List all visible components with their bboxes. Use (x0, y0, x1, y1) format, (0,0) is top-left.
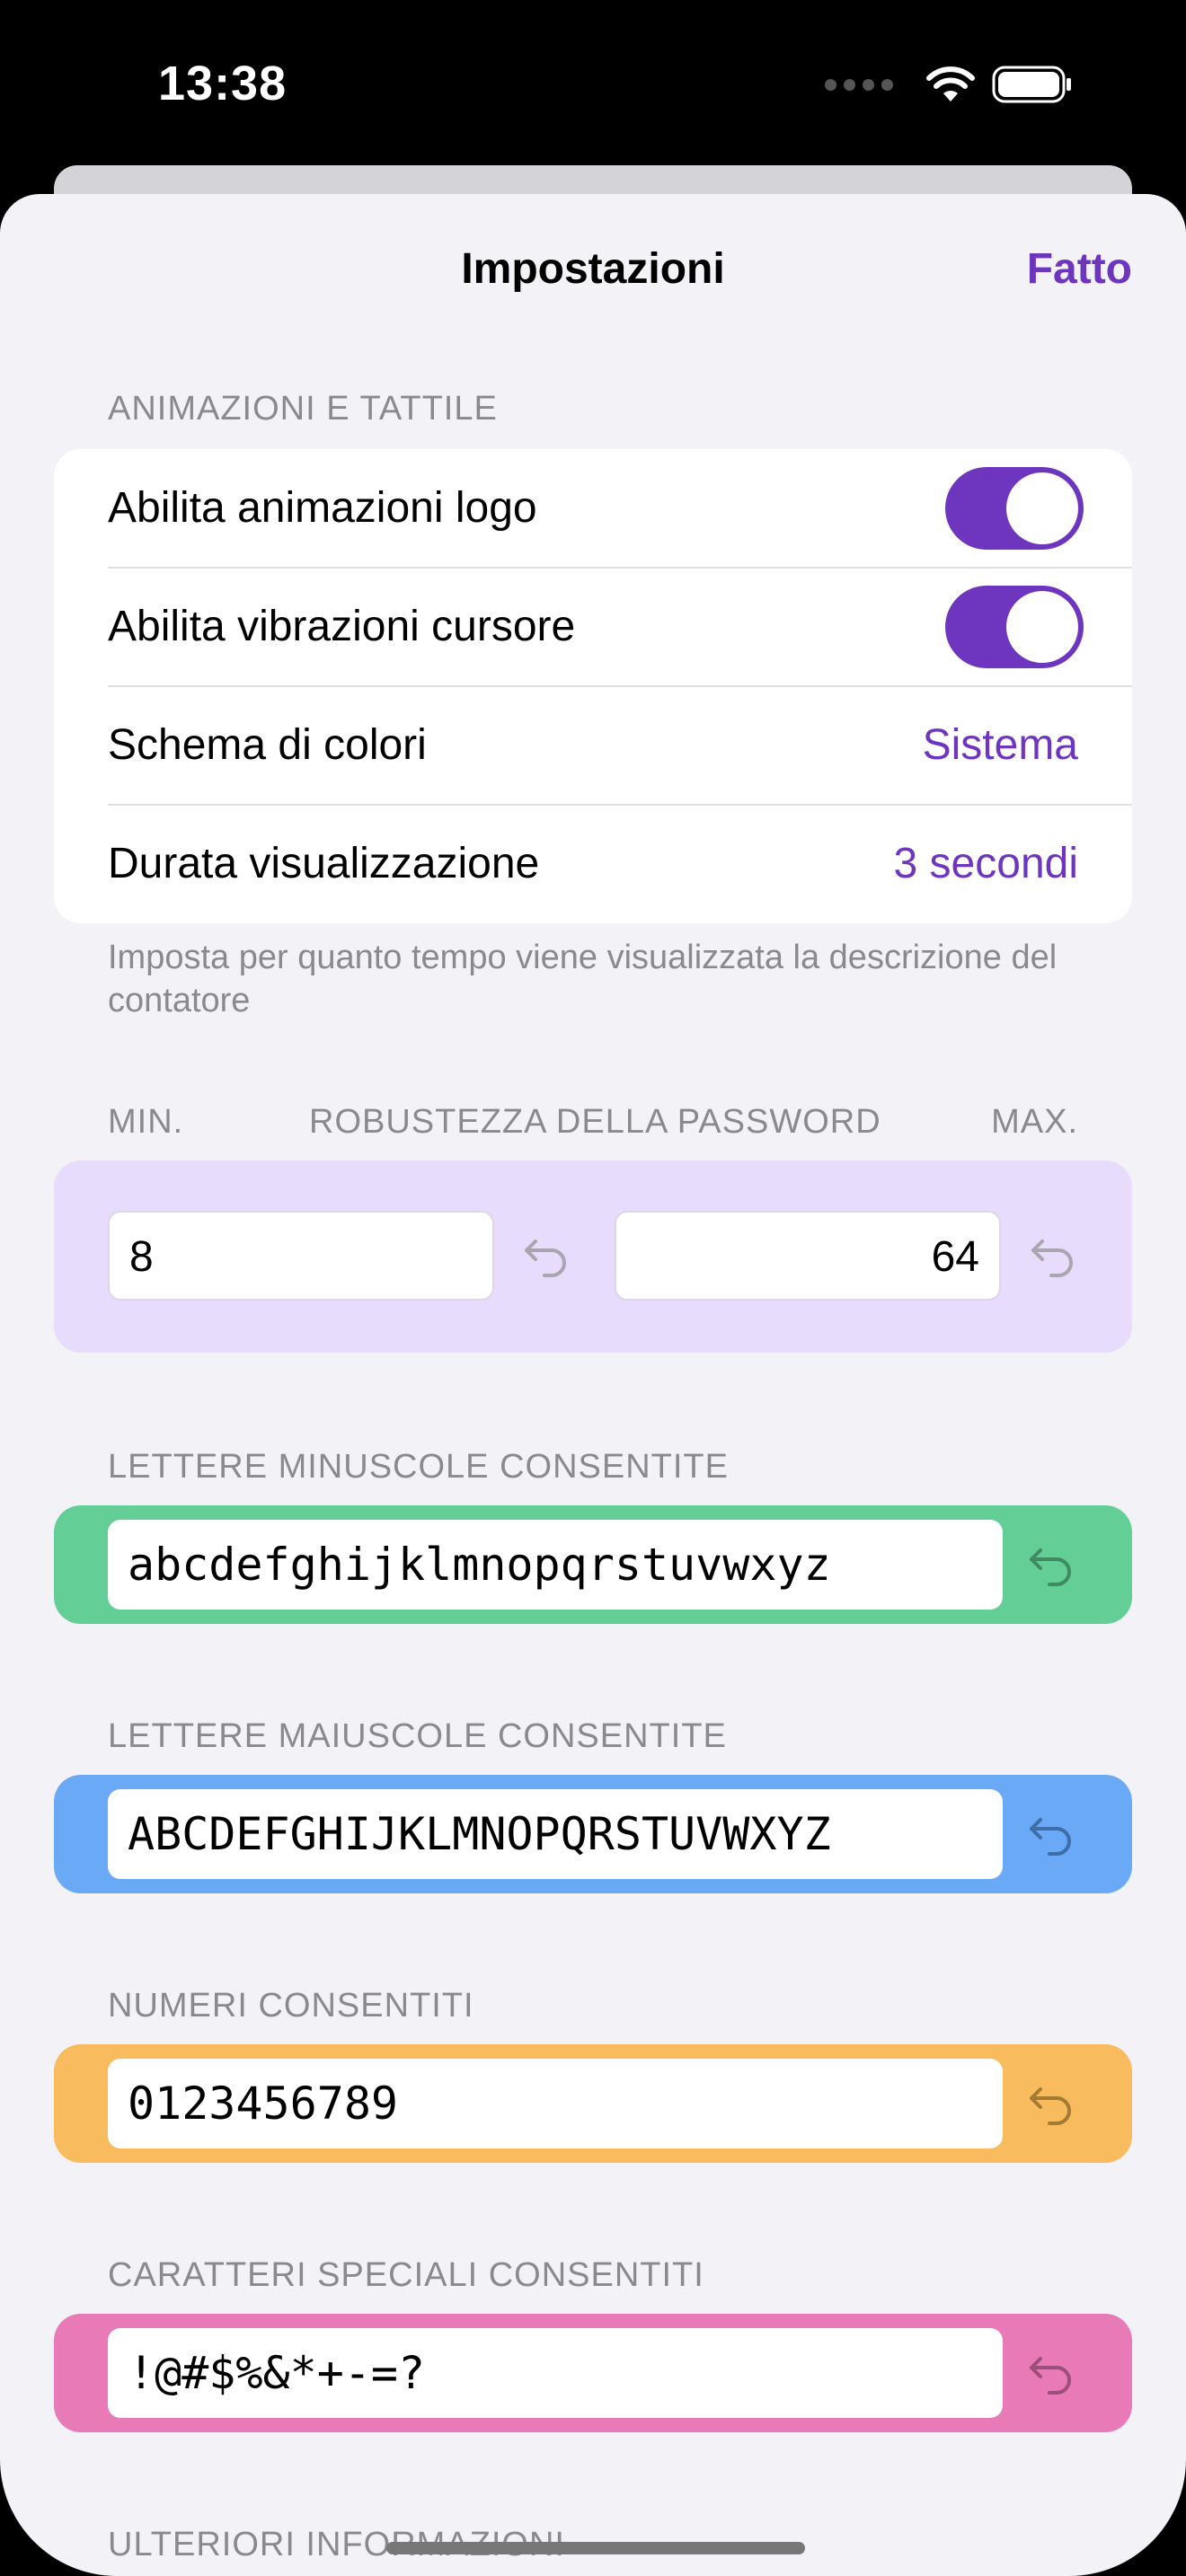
undo-icon[interactable] (1024, 2077, 1078, 2130)
uppercase-field[interactable]: ABCDEFGHIJKLMNOPQRSTUVWXYZ (108, 1789, 1003, 1879)
display-duration-value[interactable]: 3 secondi (894, 839, 1078, 888)
special-field[interactable]: !@#$%&*+-=? (108, 2328, 1003, 2418)
home-indicator (386, 2542, 805, 2554)
special-bar: !@#$%&*+-=? (54, 2314, 1132, 2432)
undo-icon[interactable] (1024, 2346, 1078, 2400)
color-scheme-label: Schema di colori (108, 721, 427, 769)
settings-sheet: Impostazioni Fatto ANIMAZIONI E TATTILE … (0, 194, 1186, 2576)
section-header-animations: ANIMAZIONI E TATTILE (108, 390, 498, 428)
max-length-field[interactable]: 64 (615, 1211, 1001, 1301)
undo-icon[interactable] (519, 1229, 573, 1283)
row-cursor-vibrations[interactable]: Abilita vibrazioni cursore (54, 568, 1132, 686)
strength-max-label: MAX. (991, 1103, 1078, 1141)
status-time: 13:38 (158, 57, 288, 110)
section-header-special: CARATTERI SPECIALI CONSENTITI (108, 2256, 704, 2294)
logo-animations-label: Abilita animazioni logo (108, 484, 537, 532)
row-display-duration[interactable]: Durata visualizzazione 3 secondi (54, 805, 1132, 923)
battery-icon (992, 66, 1071, 103)
min-length-field[interactable]: 8 (108, 1211, 494, 1301)
done-button[interactable]: Fatto (1027, 244, 1132, 294)
section-header-lowercase: LETTERE MINUSCOLE CONSENTITE (108, 1448, 729, 1486)
animations-group: Abilita animazioni logo Abilita vibrazio… (54, 449, 1132, 923)
signal-dots-icon (825, 78, 893, 91)
password-strength-group: 8 64 (54, 1160, 1132, 1353)
uppercase-bar: ABCDEFGHIJKLMNOPQRSTUVWXYZ (54, 1775, 1132, 1893)
section-header-numbers: NUMERI CONSENTITI (108, 1987, 474, 2025)
undo-icon[interactable] (1024, 1807, 1078, 1861)
lowercase-field[interactable]: abcdefghijklmnopqrstuvwxyz (108, 1520, 1003, 1610)
numbers-bar: 0123456789 (54, 2044, 1132, 2163)
status-icons (825, 65, 1073, 104)
row-logo-animations[interactable]: Abilita animazioni logo (54, 449, 1132, 568)
display-duration-footnote: Imposta per quanto tempo viene visualizz… (108, 939, 1058, 1019)
color-scheme-value[interactable]: Sistema (923, 720, 1078, 770)
section-header-password-strength: ROBUSTEZZA DELLA PASSWORD (309, 1103, 881, 1141)
numbers-field[interactable]: 0123456789 (108, 2059, 1003, 2148)
strength-min-label: MIN. (108, 1103, 184, 1141)
wifi-icon (926, 66, 975, 101)
undo-icon[interactable] (1024, 1538, 1078, 1592)
logo-animations-toggle[interactable] (945, 467, 1084, 550)
cursor-vibrations-toggle[interactable] (945, 586, 1084, 668)
page-title: Impostazioni (461, 245, 725, 293)
row-color-scheme[interactable]: Schema di colori Sistema (54, 686, 1132, 805)
section-header-uppercase: LETTERE MAIUSCOLE CONSENTITE (108, 1717, 727, 1755)
undo-icon[interactable] (1026, 1229, 1080, 1283)
status-bar: 13:38 (0, 0, 1186, 180)
cursor-vibrations-label: Abilita vibrazioni cursore (108, 603, 576, 650)
display-duration-label: Durata visualizzazione (108, 840, 540, 887)
lowercase-bar: abcdefghijklmnopqrstuvwxyz (54, 1505, 1132, 1624)
